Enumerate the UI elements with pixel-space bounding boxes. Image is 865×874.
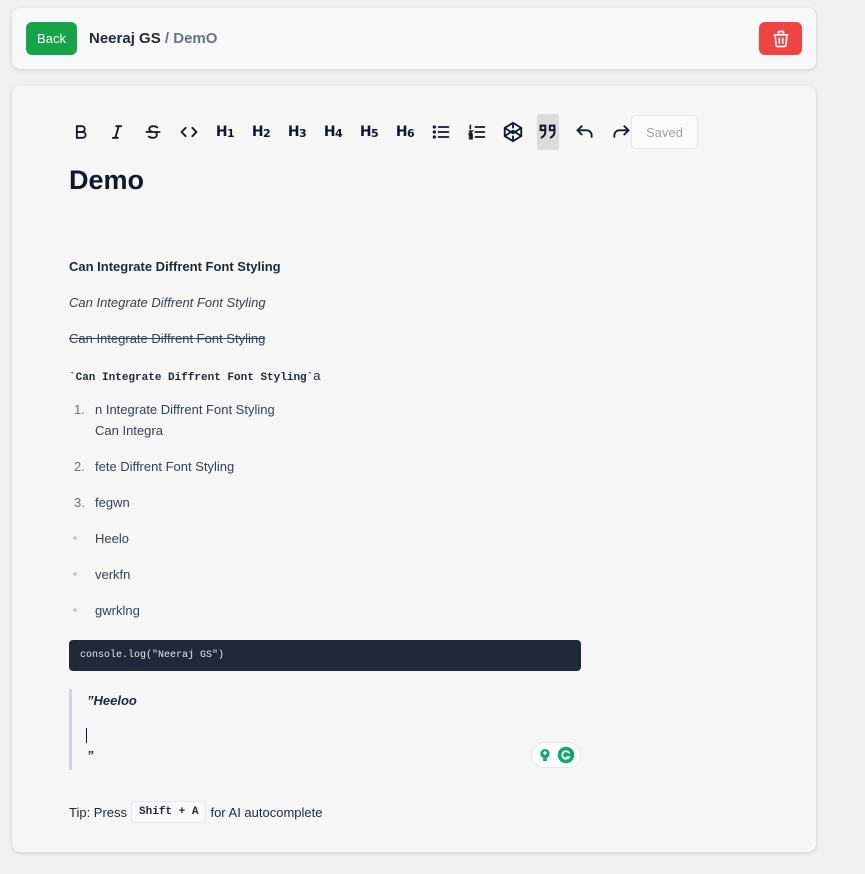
breadcrumb-document[interactable]: DemO — [173, 30, 217, 47]
ai-tip: Tip: Press Shift + A for AI autocomplete — [69, 801, 322, 823]
bold-button[interactable] — [69, 114, 93, 150]
heading-1-button[interactable]: H1 — [213, 114, 237, 150]
h-level: 2 — [263, 126, 271, 140]
blockquote-icon — [539, 124, 556, 139]
bullet-marker — [73, 608, 77, 612]
list-item-text: fete Diffrent Font Styling — [95, 459, 235, 474]
codeblock-button[interactable] — [501, 114, 525, 150]
list-marker: 2. — [74, 459, 85, 474]
blockquote-bar — [69, 689, 72, 770]
list-item-text: verkfn — [95, 567, 131, 582]
grammar-assistant[interactable] — [531, 742, 581, 768]
h-label: H — [323, 124, 336, 140]
bullet-marker — [73, 536, 77, 540]
list-item-text: Heelo — [95, 531, 129, 546]
list-marker: 3. — [74, 495, 85, 510]
delete-button[interactable] — [759, 22, 802, 55]
heading-3-button[interactable]: H3 — [285, 114, 309, 150]
italic-button[interactable] — [105, 114, 129, 150]
lightbulb-icon — [540, 749, 550, 761]
bullet-marker — [73, 572, 77, 576]
bullet-list-icon — [432, 125, 450, 139]
save-status: Saved — [631, 115, 698, 149]
strikethrough-icon — [145, 125, 161, 139]
list-item-text: n Integrate Diffrent Font Styling — [95, 402, 275, 417]
blockquote-text: ”Heeloo — [87, 693, 137, 708]
grammarly-icon — [557, 746, 575, 764]
trash-icon — [773, 30, 788, 47]
heading-2-button[interactable]: H2 — [249, 114, 273, 150]
text-cursor — [86, 728, 87, 743]
bullet-list-button[interactable] — [429, 114, 453, 150]
blockquote-close: ” — [87, 748, 94, 763]
italic-text: Can Integrate Diffrent Font Styling — [69, 295, 266, 310]
back-button[interactable]: Back — [26, 22, 77, 55]
formatting-toolbar: H1 H2 H3 H4 H5 H6 Saved — [69, 114, 709, 150]
h-label: H — [287, 124, 300, 140]
inline-code-line: `Can Integrate Diffrent Font Styling`a — [69, 368, 321, 384]
tip-prefix: Tip: Press — [69, 804, 128, 820]
list-item-text: Can Integra — [95, 423, 163, 438]
ordered-list-icon — [467, 124, 486, 140]
blockquote-button[interactable] — [537, 114, 559, 150]
editor-card: H1 H2 H3 H4 H5 H6 Saved Demo Can Integra… — [12, 86, 816, 852]
h-level: 5 — [371, 126, 379, 140]
redo-icon — [613, 125, 630, 138]
list-marker: 1. — [74, 402, 85, 417]
redo-button[interactable] — [609, 114, 633, 150]
inline-code: Can Integrate Diffrent Font Styling — [75, 372, 307, 384]
list-item-text: gwrklng — [95, 603, 140, 618]
trailing-text: a — [313, 368, 321, 383]
h-label: H — [395, 124, 408, 140]
tip-suffix: for AI autocomplete — [210, 804, 323, 820]
codeblock-icon — [503, 121, 523, 143]
code-icon — [180, 126, 198, 138]
list-item-text: fegwn — [95, 495, 130, 510]
ordered-list-button[interactable] — [465, 114, 489, 150]
h-label: H — [251, 124, 264, 140]
strike-text: Can Integrate Diffrent Font Styling — [69, 331, 266, 346]
undo-button[interactable] — [573, 114, 597, 150]
h-label: H — [359, 124, 372, 140]
code-tick: ` — [69, 372, 76, 384]
h-level: 3 — [299, 126, 307, 140]
bold-icon — [75, 125, 87, 139]
breadcrumb: Neeraj GS / DemO — [89, 30, 217, 47]
shortcut-key: Shift + A — [131, 801, 207, 823]
heading-5-button[interactable]: H5 — [357, 114, 381, 150]
document-title[interactable]: Demo — [69, 165, 144, 196]
italic-icon — [111, 125, 123, 139]
strikethrough-button[interactable] — [141, 114, 165, 150]
breadcrumb-user: Neeraj GS — [89, 30, 161, 47]
h-level: 4 — [335, 126, 343, 140]
h-level: 1 — [227, 126, 235, 140]
inline-code-button[interactable] — [177, 114, 201, 150]
heading-6-button[interactable]: H6 — [393, 114, 417, 150]
h-level: 6 — [407, 126, 415, 140]
breadcrumb-separator: / — [164, 30, 170, 47]
top-bar: Back Neeraj GS / DemO — [12, 8, 816, 69]
code-block[interactable]: console.log("Neeraj GS") — [69, 640, 581, 671]
heading-4-button[interactable]: H4 — [321, 114, 345, 150]
h-label: H — [215, 124, 228, 140]
undo-icon — [576, 125, 593, 138]
bold-text: Can Integrate Diffrent Font Styling — [69, 259, 281, 274]
